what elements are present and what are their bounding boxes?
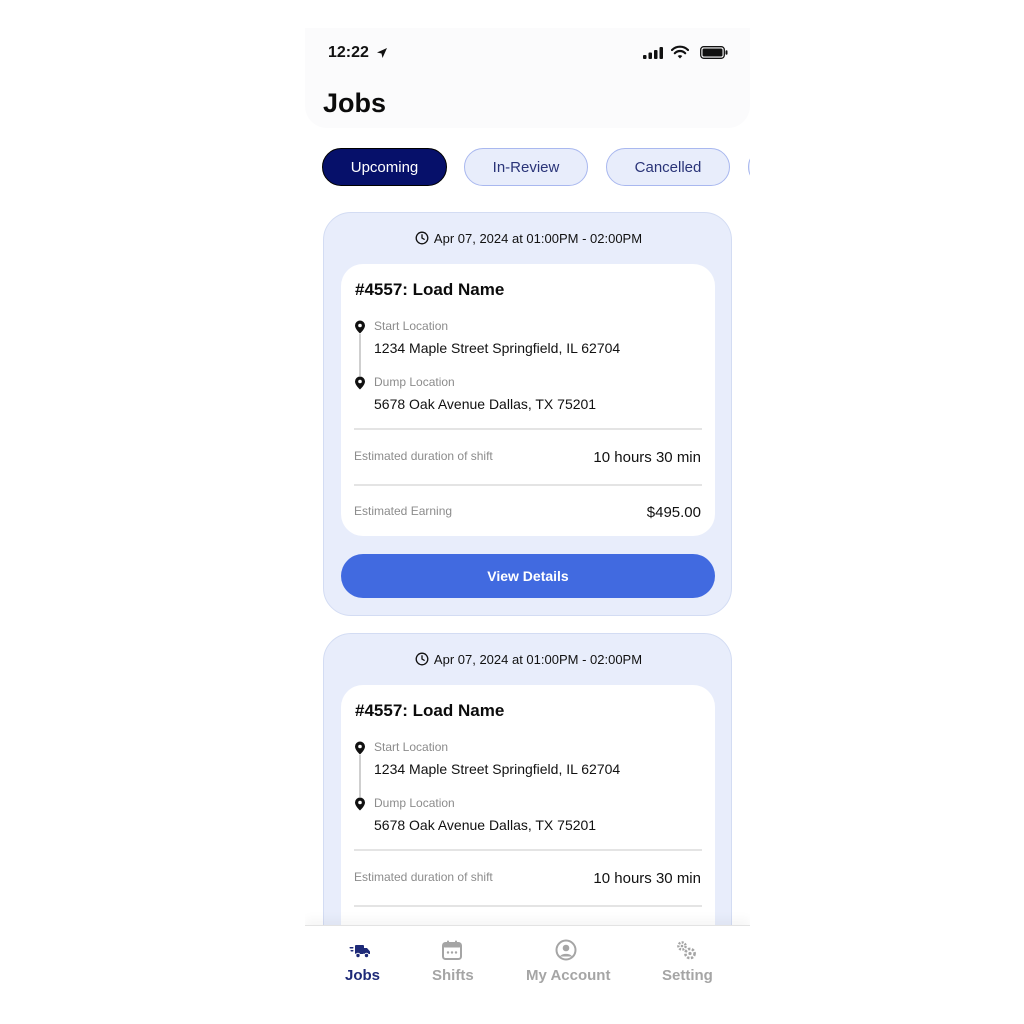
- nav-label-setting: Setting: [662, 967, 713, 984]
- tab-more[interactable]: [748, 148, 750, 186]
- phone-screen: 12:22 Jobs Upcoming In-Review Cancelled …: [305, 28, 750, 996]
- nav-item-jobs[interactable]: Jobs: [340, 926, 384, 996]
- nav-label-shifts: Shifts: [432, 967, 474, 984]
- job-datetime-text: Apr 07, 2024 at 01:00PM - 02:00PM: [433, 651, 643, 667]
- start-location-value: 1234 Maple Street Springfield, IL 62704: [374, 340, 621, 356]
- header-area: 12:22 Jobs: [305, 28, 750, 128]
- bottom-nav: Jobs Shifts My Account Setting: [305, 925, 750, 996]
- page-title: Jobs: [323, 88, 387, 118]
- divider: [354, 905, 702, 907]
- location-pin-icon: [355, 376, 365, 390]
- divider: [354, 428, 702, 430]
- tab-cancelled[interactable]: Cancelled: [606, 148, 730, 186]
- location-pin-icon: [355, 741, 365, 755]
- job-info-panel: #4557: Load Name Start Location 1234 Map…: [341, 685, 715, 957]
- job-title: #4557: Load Name: [355, 701, 505, 720]
- route-line: [359, 755, 361, 797]
- start-location-label: Start Location: [374, 740, 449, 754]
- location-arrow-icon: [377, 48, 387, 58]
- dump-location-label: Dump Location: [374, 375, 455, 389]
- divider: [354, 484, 702, 486]
- tab-in-review[interactable]: In-Review: [464, 148, 588, 186]
- job-title: #4557: Load Name: [355, 280, 505, 299]
- job-card: Apr 07, 2024 at 01:00PM - 02:00PM #4557:…: [323, 212, 732, 616]
- location-pin-icon: [355, 320, 365, 334]
- tab-upcoming[interactable]: Upcoming: [322, 148, 447, 186]
- nav-item-setting[interactable]: Setting: [660, 926, 716, 996]
- job-datetime-text: Apr 07, 2024 at 01:00PM - 02:00PM: [433, 230, 643, 246]
- account-icon: [555, 939, 577, 961]
- dump-location-value: 5678 Oak Avenue Dallas, TX 75201: [374, 396, 597, 412]
- nav-item-my-account[interactable]: My Account: [524, 926, 610, 996]
- status-bar: 12:22: [305, 28, 750, 80]
- clock-icon: [415, 652, 429, 666]
- filter-tabs: Upcoming In-Review Cancelled: [322, 148, 750, 186]
- duration-label: Estimated duration of shift: [354, 870, 493, 884]
- nav-label-my-account: My Account: [526, 967, 611, 984]
- job-datetime: Apr 07, 2024 at 01:00PM - 02:00PM: [324, 650, 733, 668]
- dump-location-value: 5678 Oak Avenue Dallas, TX 75201: [374, 817, 597, 833]
- duration-value: 10 hours 30 min: [593, 870, 701, 887]
- battery-icon: [700, 46, 728, 59]
- earning-value: $495.00: [646, 504, 701, 521]
- job-info-panel: #4557: Load Name Start Location 1234 Map…: [341, 264, 715, 536]
- nav-item-shifts[interactable]: Shifts: [427, 926, 477, 996]
- divider: [354, 849, 702, 851]
- status-time: 12:22: [328, 44, 369, 61]
- gears-icon: [677, 941, 696, 960]
- duration-value: 10 hours 30 min: [593, 449, 701, 466]
- start-location-label: Start Location: [374, 319, 449, 333]
- truck-icon: [349, 945, 370, 959]
- calendar-icon: [442, 940, 462, 960]
- duration-label: Estimated duration of shift: [354, 449, 493, 463]
- location-pin-icon: [355, 797, 365, 811]
- job-datetime: Apr 07, 2024 at 01:00PM - 02:00PM: [324, 229, 733, 247]
- wifi-icon: [671, 45, 689, 59]
- dump-location-label: Dump Location: [374, 796, 455, 810]
- nav-label-jobs: Jobs: [345, 967, 381, 984]
- cellular-signal-icon: [643, 47, 663, 59]
- route-line: [359, 334, 361, 376]
- clock-icon: [415, 231, 429, 245]
- start-location-value: 1234 Maple Street Springfield, IL 62704: [374, 761, 621, 777]
- earning-label: Estimated Earning: [354, 504, 453, 518]
- view-details-button[interactable]: View Details: [341, 554, 715, 598]
